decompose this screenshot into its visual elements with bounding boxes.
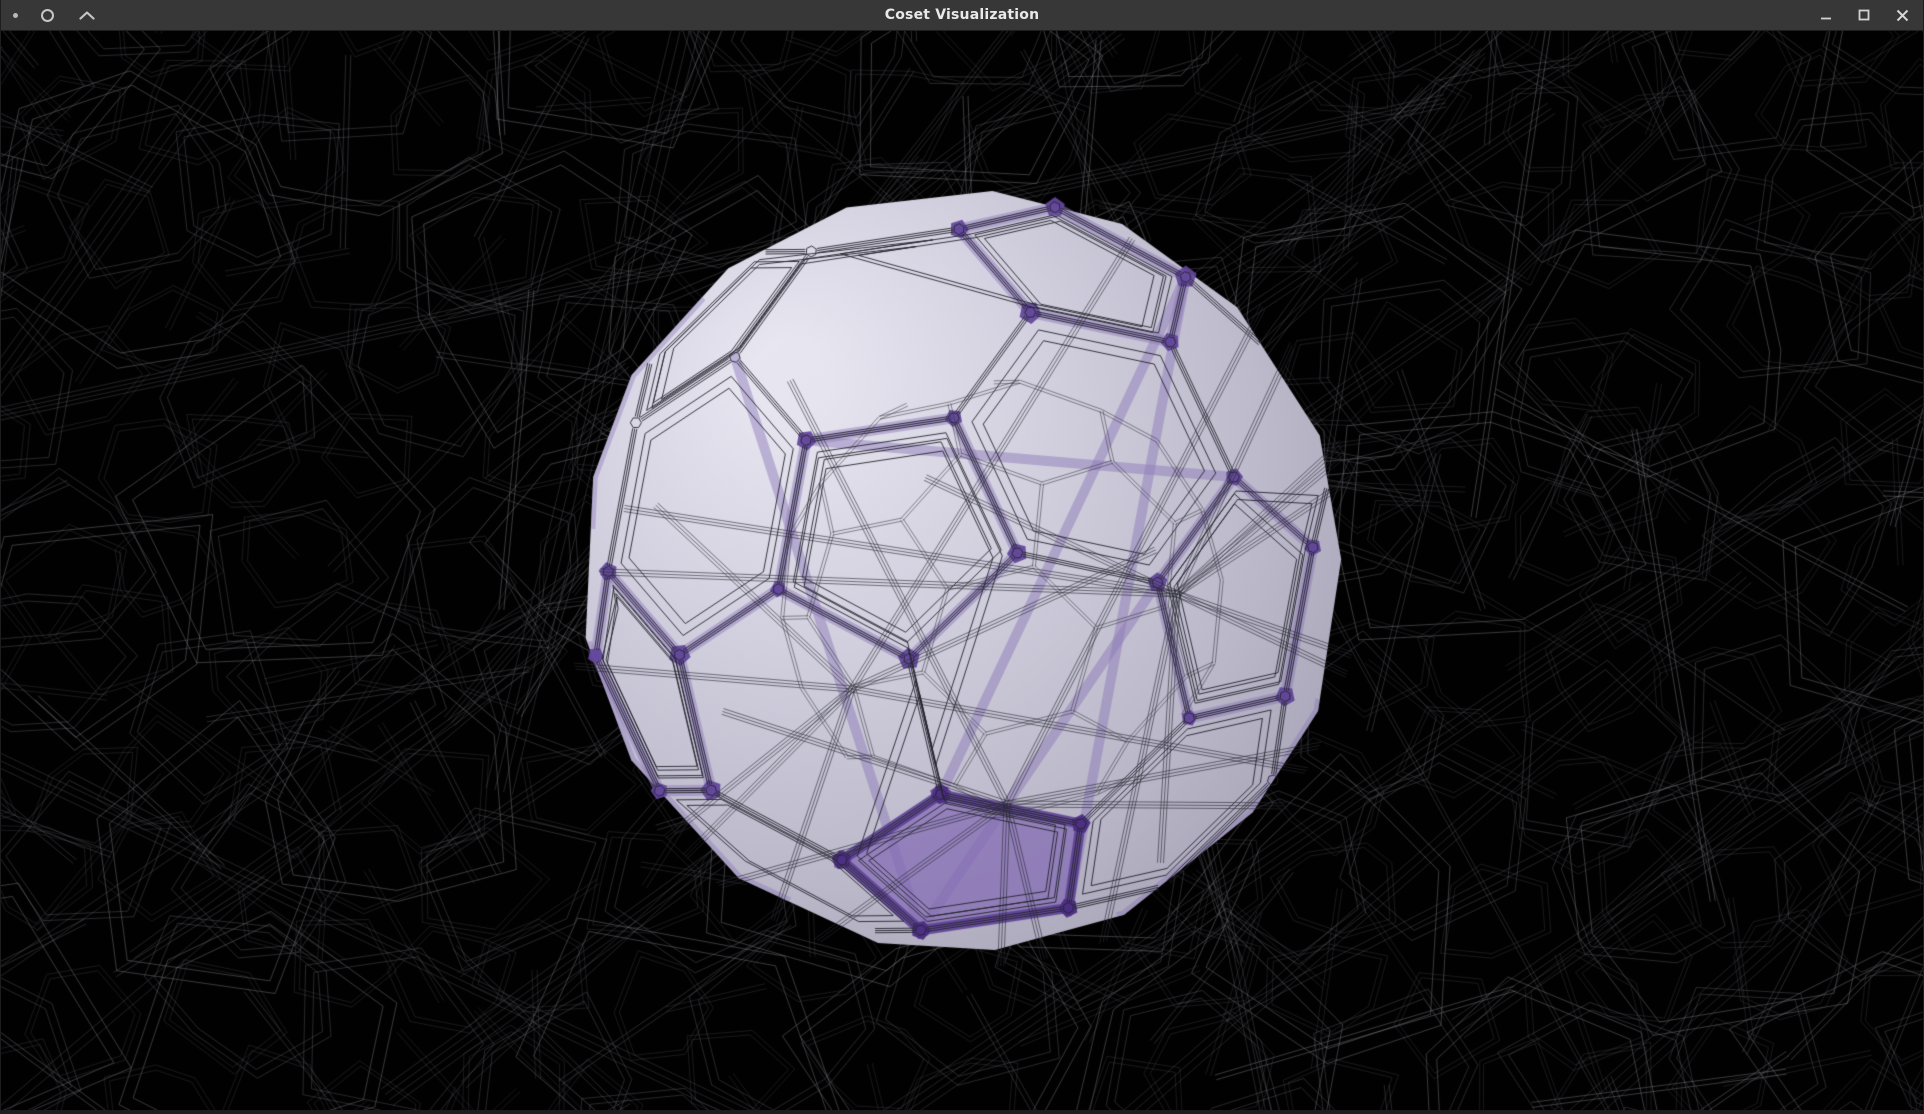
app-window: Coset Visualization <box>0 0 1924 1114</box>
close-button[interactable] <box>1891 4 1913 26</box>
titlebar-left-icons <box>1 4 98 26</box>
maximize-button[interactable] <box>1853 4 1875 26</box>
titlebar: Coset Visualization <box>1 0 1923 31</box>
window-controls <box>1815 4 1923 26</box>
window-title: Coset Visualization <box>1 7 1923 23</box>
visualization-area <box>1 31 1923 1114</box>
coset-3d-canvas[interactable] <box>1 31 1923 1110</box>
chevron-up-icon[interactable] <box>76 4 98 26</box>
circle-icon[interactable] <box>36 4 58 26</box>
minimize-button[interactable] <box>1815 4 1837 26</box>
dot-icon <box>13 13 18 18</box>
